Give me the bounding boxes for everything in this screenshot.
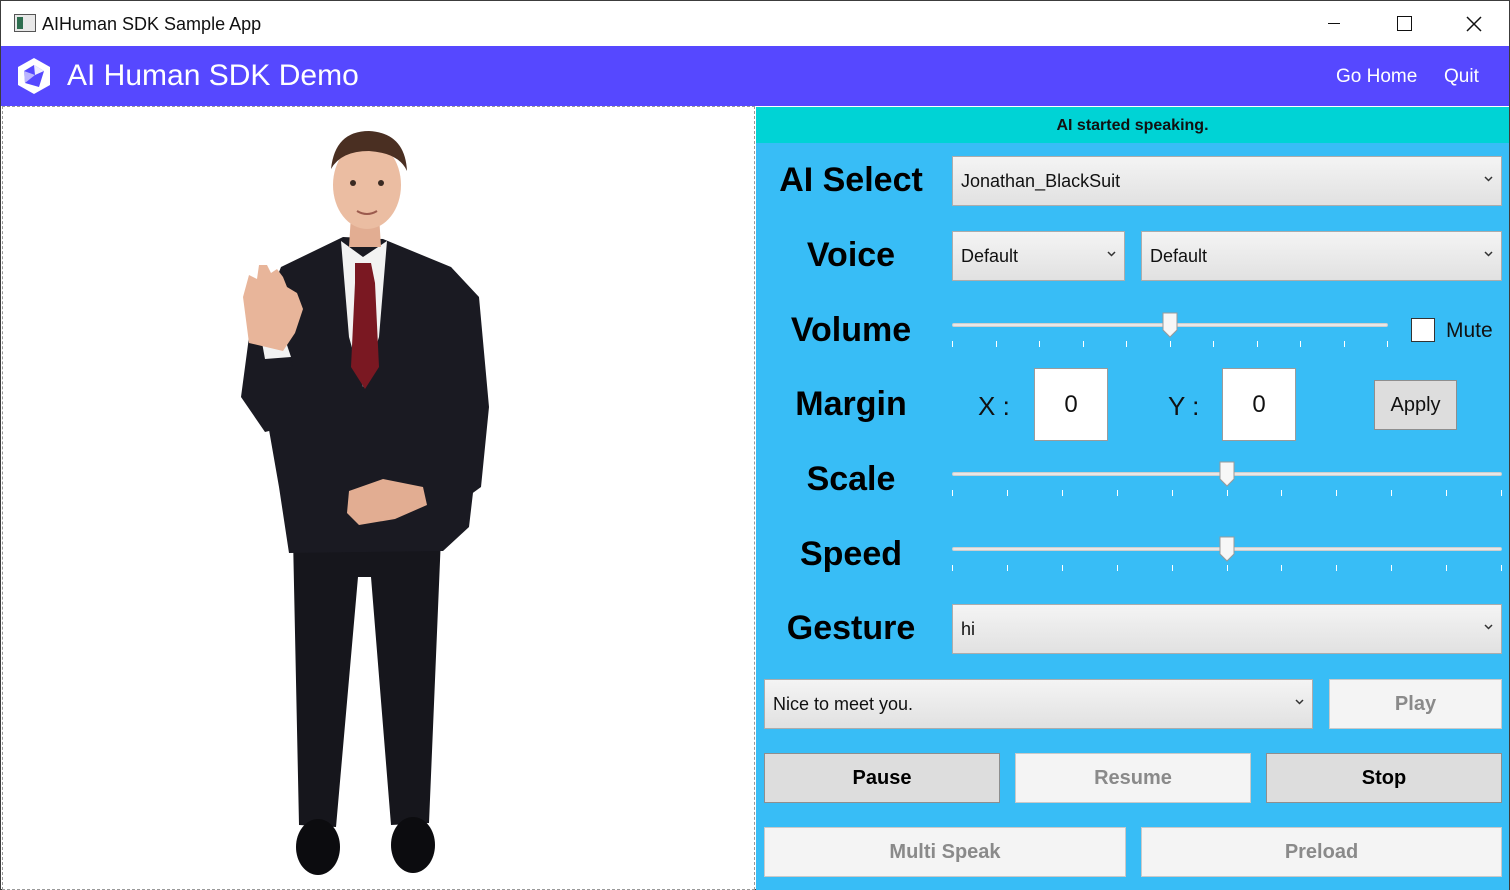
multi-speak-button[interactable]: Multi Speak bbox=[764, 827, 1126, 877]
slider-tick bbox=[1169, 341, 1171, 347]
scale-slider-ticks bbox=[952, 490, 1502, 496]
window-app-icon bbox=[14, 14, 36, 32]
slider-tick bbox=[952, 490, 953, 496]
slider-tick bbox=[1082, 341, 1084, 347]
pause-button[interactable]: Pause bbox=[764, 753, 1000, 803]
volume-slider-ticks bbox=[952, 341, 1388, 347]
slider-tick bbox=[1446, 565, 1448, 571]
slider-tick bbox=[1446, 490, 1448, 496]
voice-language-value: Default bbox=[961, 246, 1019, 266]
resume-button[interactable]: Resume bbox=[1015, 753, 1251, 803]
voice-name-value: Default bbox=[1150, 246, 1208, 266]
chevron-down-icon bbox=[1107, 251, 1116, 257]
slider-tick bbox=[1300, 341, 1301, 347]
slider-tick bbox=[1281, 565, 1283, 571]
slider-tick bbox=[1061, 490, 1063, 496]
gesture-label: Gesture bbox=[786, 609, 916, 647]
slider-tick bbox=[1501, 490, 1502, 496]
speed-slider-thumb[interactable] bbox=[1219, 536, 1235, 562]
slider-tick bbox=[1213, 341, 1214, 347]
slider-tick bbox=[1387, 341, 1388, 347]
scale-slider[interactable] bbox=[952, 459, 1502, 499]
ai-human-avatar bbox=[241, 131, 489, 875]
control-panel: AI started speaking. AI Select Jonathan_… bbox=[756, 107, 1509, 890]
gesture-dropdown[interactable]: hi bbox=[952, 604, 1502, 654]
go-home-link[interactable]: Go Home bbox=[1336, 66, 1417, 88]
app-title: AI Human SDK Demo bbox=[67, 59, 359, 92]
speed-slider-ticks bbox=[952, 565, 1502, 571]
app-window: AIHuman SDK Sample App AI Human SDK Demo… bbox=[0, 0, 1510, 890]
slider-tick bbox=[1039, 341, 1040, 347]
mute-label: Mute bbox=[1446, 319, 1493, 342]
slider-tick bbox=[1391, 565, 1393, 571]
close-button[interactable] bbox=[1439, 1, 1509, 46]
avatar-view bbox=[2, 106, 755, 890]
preload-button[interactable]: Preload bbox=[1141, 827, 1502, 877]
maximize-button[interactable] bbox=[1369, 1, 1439, 46]
slider-tick bbox=[1126, 341, 1127, 347]
ai-select-value: Jonathan_BlackSuit bbox=[961, 171, 1121, 191]
slider-tick bbox=[1116, 490, 1118, 496]
slider-tick bbox=[1226, 490, 1228, 496]
slider-tick bbox=[1281, 490, 1283, 496]
chevron-down-icon bbox=[1295, 699, 1304, 705]
scale-label: Scale bbox=[806, 460, 896, 498]
slider-tick bbox=[1336, 565, 1338, 571]
slider-tick bbox=[1336, 490, 1338, 496]
slider-tick bbox=[1006, 565, 1008, 571]
chevron-down-icon bbox=[1484, 176, 1493, 182]
stop-button[interactable]: Stop bbox=[1266, 753, 1502, 803]
scale-slider-thumb[interactable] bbox=[1219, 461, 1235, 487]
title-bar: AIHuman SDK Sample App bbox=[1, 1, 1509, 46]
gesture-value: hi bbox=[961, 619, 976, 639]
volume-slider[interactable] bbox=[952, 310, 1388, 350]
slider-tick bbox=[1171, 565, 1173, 571]
slider-tick bbox=[1061, 565, 1063, 571]
volume-label: Volume bbox=[790, 311, 912, 349]
margin-label: Margin bbox=[795, 385, 907, 423]
slider-tick bbox=[1171, 490, 1173, 496]
margin-x-input[interactable]: 0 bbox=[1034, 368, 1108, 441]
quit-link[interactable]: Quit bbox=[1444, 66, 1479, 88]
slider-tick bbox=[1501, 565, 1502, 571]
slider-tick bbox=[1343, 341, 1345, 347]
app-header: AI Human SDK Demo Go Home Quit bbox=[1, 46, 1509, 106]
slider-tick bbox=[952, 341, 953, 347]
minimize-icon bbox=[1328, 23, 1340, 24]
minimize-button[interactable] bbox=[1299, 1, 1369, 46]
chevron-down-icon bbox=[1484, 624, 1493, 630]
voice-label: Voice bbox=[806, 236, 896, 274]
margin-y-label: Y : bbox=[1168, 391, 1200, 421]
slider-tick bbox=[1226, 565, 1228, 571]
sentence-value: Nice to meet you. bbox=[773, 694, 914, 714]
speed-slider[interactable] bbox=[952, 534, 1502, 574]
slider-tick bbox=[1006, 490, 1008, 496]
apply-margin-button[interactable]: Apply bbox=[1374, 380, 1457, 430]
volume-slider-thumb[interactable] bbox=[1162, 312, 1178, 338]
voice-language-dropdown[interactable]: Default bbox=[952, 231, 1125, 281]
play-button[interactable]: Play bbox=[1329, 679, 1502, 729]
margin-x-label: X : bbox=[978, 391, 1010, 421]
maximize-icon bbox=[1396, 16, 1412, 31]
ai-select-label: AI Select bbox=[779, 161, 923, 199]
close-icon bbox=[1466, 15, 1482, 32]
status-message: AI started speaking. bbox=[756, 107, 1509, 143]
chevron-down-icon bbox=[1484, 251, 1493, 257]
slider-tick bbox=[1116, 565, 1118, 571]
cube-logo-icon bbox=[18, 58, 50, 94]
slider-tick bbox=[1256, 341, 1258, 347]
margin-y-input[interactable]: 0 bbox=[1222, 368, 1296, 441]
speed-label: Speed bbox=[799, 535, 903, 573]
ai-select-dropdown[interactable]: Jonathan_BlackSuit bbox=[952, 156, 1502, 206]
slider-tick bbox=[1391, 490, 1393, 496]
window-title: AIHuman SDK Sample App bbox=[42, 14, 262, 34]
voice-name-dropdown[interactable]: Default bbox=[1141, 231, 1502, 281]
slider-tick bbox=[952, 565, 953, 571]
slider-tick bbox=[995, 341, 997, 347]
sentence-dropdown[interactable]: Nice to meet you. bbox=[764, 679, 1313, 729]
mute-checkbox[interactable] bbox=[1411, 318, 1435, 342]
